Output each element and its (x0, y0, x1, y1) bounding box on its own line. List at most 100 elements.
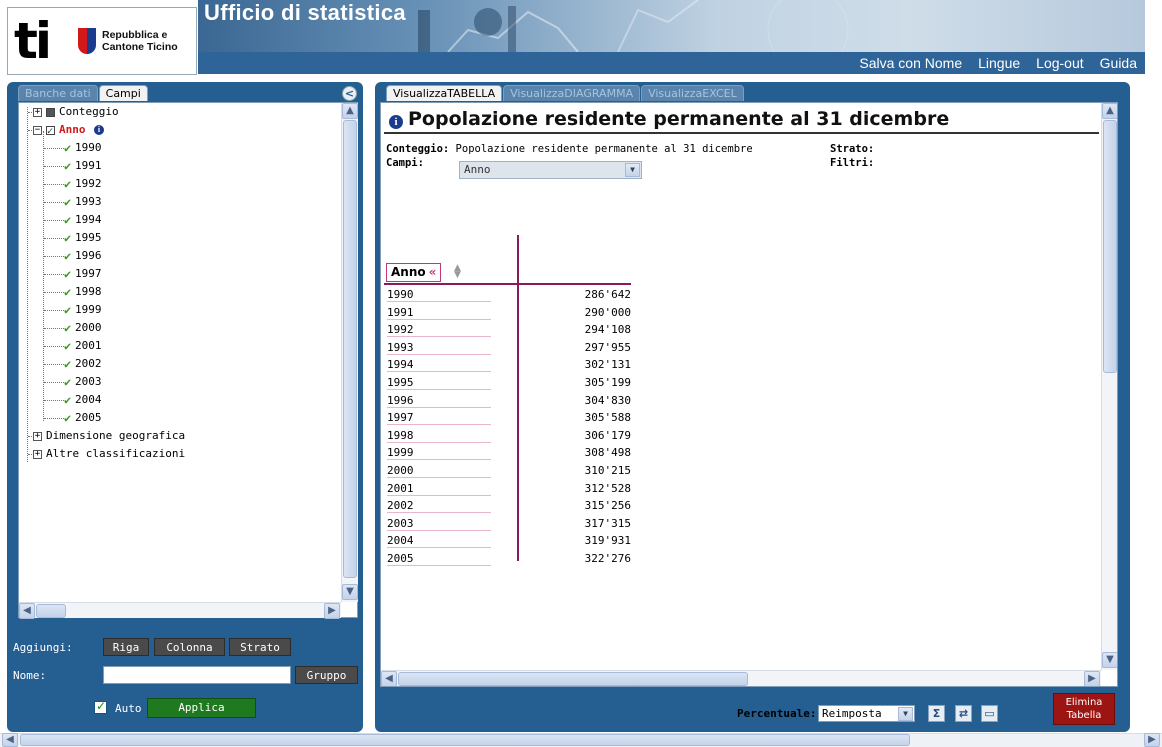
sort-icon[interactable]: ▲ ▼ (454, 264, 461, 280)
campi-select[interactable]: Anno ▼ (459, 161, 642, 179)
move-left-icon[interactable]: « (429, 265, 437, 279)
checkmark-icon[interactable]: ✔ (64, 340, 71, 352)
right-tab-strip: VisualizzaTABELLA VisualizzaDIAGRAMMA Vi… (386, 85, 745, 101)
tab-visualizza-tabella[interactable]: VisualizzaTABELLA (386, 85, 503, 101)
scroll-right-icon[interactable]: ▶ (1084, 671, 1100, 686)
row-header-anno[interactable]: Anno « (386, 263, 442, 282)
checkbox-icon[interactable] (46, 108, 55, 117)
row-year-cell: 1994 (387, 356, 491, 373)
checkmark-icon[interactable]: ✔ (64, 412, 71, 424)
collapse-panel-icon[interactable]: < (342, 86, 357, 101)
scroll-up-icon[interactable]: ▲ (342, 103, 358, 119)
nav-salva-con-nome[interactable]: Salva con Nome (859, 55, 962, 71)
row-year-cell: 2003 (387, 515, 491, 531)
collapse-icon[interactable]: − (33, 126, 42, 135)
nav-log-out[interactable]: Log-out (1036, 55, 1083, 71)
table-title: Popolazione residente permanente al 31 d… (408, 108, 950, 130)
tree-horizontal-scrollbar[interactable]: ◀ ▶ (19, 602, 341, 619)
transpose-icon[interactable]: ⇄ (955, 705, 972, 722)
row-year-cell: 1998 (387, 427, 491, 443)
delete-line-1: Elimina (1065, 697, 1103, 708)
scroll-down-icon[interactable]: ▼ (1102, 652, 1117, 668)
campi-label: Campi: (386, 157, 424, 169)
scroll-up-icon[interactable]: ▲ (1102, 103, 1117, 119)
auto-checkbox[interactable] (94, 699, 107, 714)
group-name-input[interactable] (103, 666, 291, 684)
conteggio-meta: Conteggio: Popolazione residente permane… (386, 143, 753, 155)
scroll-thumb[interactable] (343, 120, 357, 578)
checkmark-icon[interactable]: ✔ (64, 196, 71, 208)
checkmark-icon[interactable]: ✔ (64, 178, 71, 190)
scroll-left-icon[interactable]: ◀ (381, 671, 397, 686)
percentuale-select[interactable]: Reimposta ▼ (818, 705, 915, 722)
expand-icon[interactable]: + (33, 432, 42, 441)
nav-guida[interactable]: Guida (1100, 55, 1137, 71)
checkmark-icon[interactable]: ✔ (64, 286, 71, 298)
checkmark-icon[interactable]: ✔ (64, 232, 71, 244)
header: ti Repubblica e Cantone Ticino Ufficio d… (0, 0, 1145, 82)
tree-connector (44, 292, 64, 293)
row-year-cell: 2005 (387, 550, 491, 566)
scroll-right-icon[interactable]: ▶ (1144, 733, 1160, 747)
row-value-cell: 304'830 (584, 393, 631, 407)
scroll-thumb[interactable] (36, 604, 66, 618)
checkmark-icon[interactable]: ✔ (64, 358, 71, 370)
tree-vertical-scrollbar[interactable]: ▲ ▼ (341, 103, 358, 602)
tab-visualizza-diagramma[interactable]: VisualizzaDIAGRAMMA (503, 85, 641, 101)
percentuale-selected-value: Reimposta (822, 707, 882, 720)
expand-icon[interactable]: + (33, 450, 42, 459)
row-year-cell: 1991 (387, 304, 491, 320)
tab-campi[interactable]: Campi (98, 85, 148, 101)
info-icon[interactable]: i (94, 125, 104, 135)
apply-button[interactable]: Applica (147, 698, 256, 718)
checkmark-icon[interactable]: ✔ (64, 142, 71, 154)
scroll-thumb[interactable] (20, 734, 910, 746)
checkmark-icon[interactable]: ✔ (64, 214, 71, 226)
tree-connector (44, 274, 64, 275)
logo[interactable]: ti Repubblica e Cantone Ticino (7, 7, 197, 75)
gruppo-button[interactable]: Gruppo (295, 666, 358, 684)
checkmark-icon[interactable]: ✔ (64, 304, 71, 316)
scroll-left-icon[interactable]: ◀ (19, 603, 35, 619)
checkmark-icon[interactable]: ✔ (64, 322, 71, 334)
checkbox-checked-icon[interactable] (46, 123, 55, 141)
checkmark-icon[interactable]: ✔ (64, 376, 71, 388)
tab-visualizza-excel[interactable]: VisualizzaEXCEL (641, 85, 744, 101)
tab-banche-dati[interactable]: Banche dati (18, 85, 98, 101)
checkmark-icon[interactable]: ✔ (64, 268, 71, 280)
left-tab-strip: Banche dati Campi (18, 85, 149, 101)
info-icon[interactable]: i (389, 115, 403, 129)
layout-icon[interactable]: ▭ (981, 705, 998, 722)
site-title: Ufficio di statistica (204, 0, 406, 25)
table-vertical-scrollbar[interactable]: ▲ ▼ (1101, 103, 1117, 670)
scroll-thumb[interactable] (1103, 120, 1117, 373)
nav-lingue[interactable]: Lingue (978, 55, 1020, 71)
tree-connector (27, 107, 28, 462)
scroll-thumb[interactable] (398, 672, 748, 686)
row-value-cell: 286'642 (584, 288, 631, 301)
checkmark-icon[interactable]: ✔ (64, 250, 71, 262)
page-horizontal-scrollbar[interactable]: ◀ ▶ (0, 733, 1162, 747)
row-year-cell: 2004 (387, 532, 491, 549)
chevron-down-icon[interactable]: ▼ (898, 707, 913, 721)
table-row: 1997 305'588 (386, 409, 631, 426)
tree-label-dimensione: Dimensione geografica (46, 429, 186, 442)
page-vertical-scrollbar[interactable] (1147, 0, 1162, 733)
table-row: 1995 305'199 (386, 374, 631, 391)
scroll-right-icon[interactable]: ▶ (324, 603, 340, 619)
add-column-button[interactable]: Colonna (154, 638, 225, 656)
tree-connector (44, 238, 64, 239)
sum-icon[interactable]: Σ (928, 705, 945, 722)
add-layer-button[interactable]: Strato (229, 638, 291, 656)
table-horizontal-scrollbar[interactable]: ◀ ▶ (381, 670, 1101, 686)
checkmark-icon[interactable]: ✔ (64, 160, 71, 172)
chevron-down-icon[interactable]: ▼ (625, 163, 640, 177)
delete-table-button[interactable]: Elimina Tabella (1053, 693, 1115, 725)
scroll-left-icon[interactable]: ◀ (2, 733, 18, 747)
checkmark-icon[interactable]: ✔ (64, 394, 71, 406)
table-row: 1992 294'108 (386, 321, 631, 338)
scroll-down-icon[interactable]: ▼ (342, 584, 358, 600)
add-row-button[interactable]: Riga (103, 638, 149, 656)
expand-icon[interactable]: + (33, 108, 42, 117)
tree-label-year: 2001 (75, 339, 102, 352)
